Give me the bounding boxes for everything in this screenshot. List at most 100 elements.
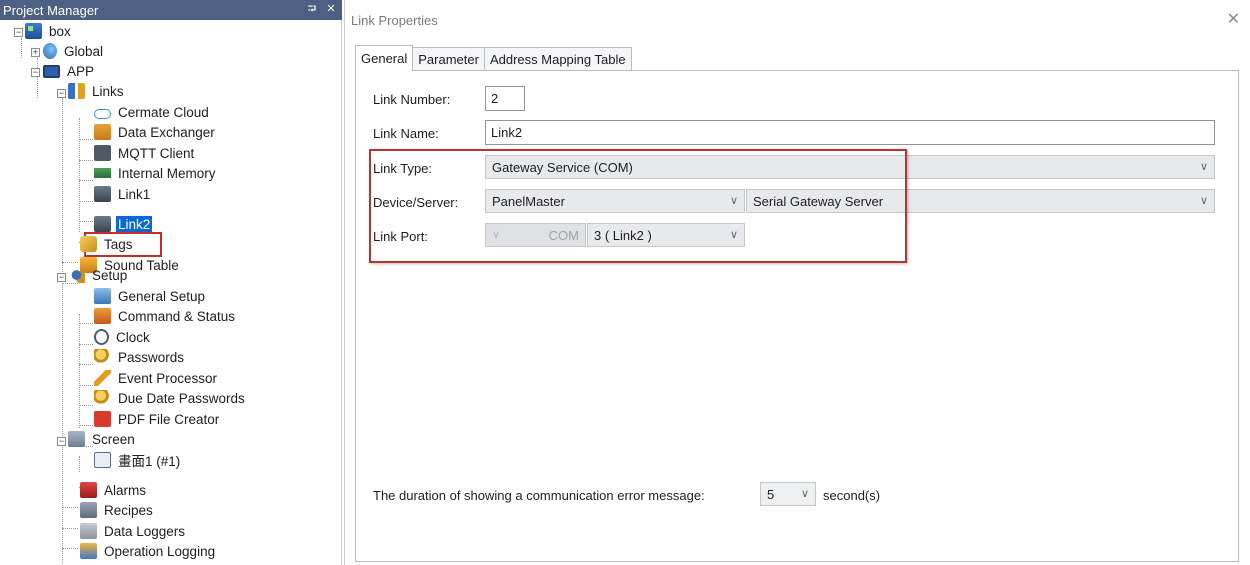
tree-item-label: Operation Logging <box>104 543 216 559</box>
tree-item-app[interactable]: APP <box>43 61 96 81</box>
tree-item-label: Global <box>64 43 104 59</box>
tab-parameter[interactable]: Parameter <box>412 47 485 71</box>
collapse-screen-toggle[interactable]: − <box>57 437 66 446</box>
user-key-icon <box>94 349 111 365</box>
tree-item-label: Alarms <box>104 482 147 498</box>
link-number-label: Link Number: <box>373 92 451 107</box>
chevron-down-icon: ∨ <box>1199 161 1208 173</box>
monitor-icon <box>43 64 60 78</box>
cloud-icon <box>94 108 111 119</box>
tree-item-links[interactable]: Links <box>68 81 126 101</box>
tree-item-due-date-passwords[interactable]: Due Date Passwords <box>94 388 247 408</box>
project-manager-panel: Project Manager ⮒ ✕ − + − − − − box Glob… <box>0 0 342 565</box>
tree-item-event-processor[interactable]: Event Processor <box>94 368 219 388</box>
tree-item-label: Link2 <box>116 215 153 233</box>
link-name-label: Link Name: <box>373 126 439 141</box>
clock-icon <box>94 329 109 345</box>
tree-item-data-exchanger[interactable]: Data Exchanger <box>94 122 217 142</box>
tree-item-box[interactable]: box <box>25 21 73 41</box>
tree-item-label: Internal Memory <box>118 165 216 181</box>
tree-item-label: Clock <box>116 329 150 345</box>
tree-item-label: Event Processor <box>118 370 218 386</box>
tree-item-pdf-file-creator[interactable]: PDF File Creator <box>94 409 221 429</box>
dialog-title: Link Properties <box>351 12 438 28</box>
tree-item-label: Passwords <box>118 349 185 365</box>
pin-icon[interactable]: ⮒ <box>305 2 319 17</box>
tree-item-link2[interactable]: Link2 <box>94 214 153 234</box>
tree-item-label: Command & Status <box>118 308 236 324</box>
tree-item-alarms[interactable]: Alarms <box>80 480 148 500</box>
tree-item-passwords[interactable]: Passwords <box>94 347 186 367</box>
dialog-titlebar: Link Properties <box>345 0 1250 40</box>
tree-item-setup[interactable]: Setup <box>68 265 129 285</box>
close-icon[interactable]: ✕ <box>1227 12 1240 28</box>
tree-item-label: 畫面1 (#1) <box>118 454 181 469</box>
tree-item-command-status[interactable]: Command & Status <box>94 306 237 326</box>
links-icon <box>68 83 85 99</box>
tab-bar: General Parameter Address Mapping Table <box>355 45 632 71</box>
tree-item-label: Links <box>92 83 124 99</box>
highlight-box <box>369 149 907 263</box>
error-duration-value: 5 <box>767 486 775 502</box>
data-logger-icon <box>80 523 97 539</box>
command-icon <box>94 308 111 324</box>
tree-item-label: PDF File Creator <box>118 411 220 427</box>
alarm-icon <box>80 482 97 498</box>
tree-item-link1[interactable]: Link1 <box>94 184 152 204</box>
tree-item-screen1[interactable]: 畫面1 (#1) <box>94 450 182 470</box>
collapse-app-toggle[interactable]: − <box>31 68 40 77</box>
chevron-down-icon: ∨ <box>1199 195 1208 207</box>
screen-page-icon <box>94 452 111 468</box>
data-exchange-icon <box>94 124 111 140</box>
collapse-links-toggle[interactable]: − <box>57 89 66 98</box>
tree-item-label: MQTT Client <box>118 145 195 161</box>
tree-item-label: Cermate Cloud <box>118 104 209 120</box>
screens-icon <box>68 431 85 447</box>
error-duration-select[interactable]: 5 ∨ <box>760 482 816 506</box>
tree-item-label: box <box>49 23 71 39</box>
tree-item-global[interactable]: Global <box>43 41 105 61</box>
tree-item-label: Due Date Passwords <box>118 390 245 406</box>
tab-general[interactable]: General <box>355 45 414 71</box>
user-key-icon <box>94 390 111 406</box>
collapse-box-toggle[interactable]: − <box>14 28 23 37</box>
tree-item-label: Screen <box>92 431 135 447</box>
project-tree: − + − − − − box Global APP Links Cermate… <box>0 21 342 565</box>
tree-item-screen[interactable]: Screen <box>68 429 137 449</box>
gears-icon <box>68 267 85 283</box>
expand-global-toggle[interactable]: + <box>31 48 40 57</box>
tag-icon <box>80 236 97 252</box>
pdf-icon <box>94 411 111 427</box>
tree-item-label: Data Loggers <box>104 523 186 539</box>
tree-item-label: APP <box>67 63 95 79</box>
mqtt-icon <box>94 145 111 161</box>
close-icon[interactable]: ✕ <box>324 2 338 17</box>
tree-item-data-loggers[interactable]: Data Loggers <box>80 521 187 541</box>
link-name-field[interactable]: Link2 <box>485 120 1215 145</box>
tree-item-recipes[interactable]: Recipes <box>80 500 155 520</box>
chevron-down-icon: ∨ <box>800 488 809 500</box>
tree-item-general-setup[interactable]: General Setup <box>94 286 207 306</box>
error-duration-label: The duration of showing a communication … <box>373 488 705 503</box>
tab-address-mapping-table[interactable]: Address Mapping Table <box>483 47 632 71</box>
link-number-field[interactable]: 2 <box>485 86 525 111</box>
tree-item-internal-memory[interactable]: Internal Memory <box>94 163 218 183</box>
project-manager-titlebar: Project Manager ⮒ ✕ <box>0 0 342 20</box>
tree-item-operation-logging[interactable]: Operation Logging <box>80 541 217 561</box>
collapse-setup-toggle[interactable]: − <box>57 273 66 282</box>
tree-item-label: Link1 <box>118 186 151 202</box>
tree-item-label: Recipes <box>104 502 153 518</box>
link-properties-dialog: Link Properties ✕ General Parameter Addr… <box>344 0 1250 565</box>
tree-item-label: Data Exchanger <box>118 124 215 140</box>
project-box-icon <box>25 23 42 39</box>
tree-item-label: Tags <box>104 236 133 252</box>
tree-item-tags[interactable]: Tags <box>80 234 135 254</box>
tree-item-clock[interactable]: Clock <box>94 327 152 347</box>
operation-log-icon <box>80 543 97 559</box>
tree-item-cermate-cloud[interactable]: Cermate Cloud <box>94 102 211 122</box>
project-manager-title: Project Manager <box>3 2 99 18</box>
tree-item-label: General Setup <box>118 288 206 304</box>
error-duration-unit: second(s) <box>823 488 881 503</box>
link-device-icon <box>94 186 111 202</box>
tree-item-mqtt-client[interactable]: MQTT Client <box>94 143 196 163</box>
